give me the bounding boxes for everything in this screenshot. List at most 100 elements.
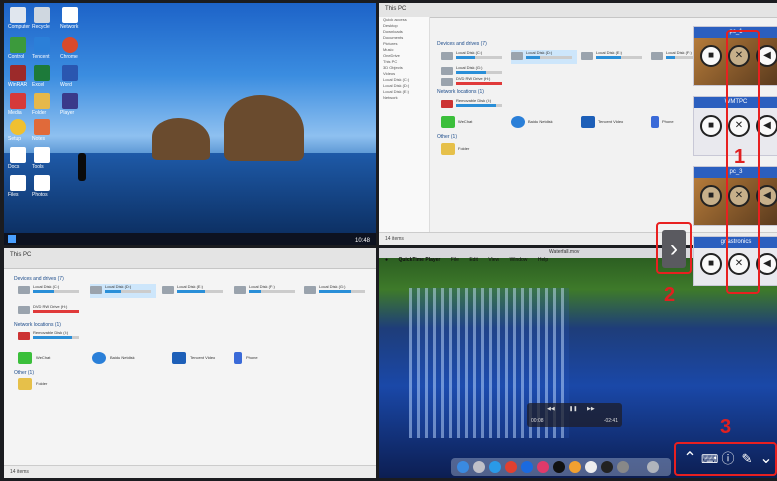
desktop-label: Docs [8,164,20,170]
trash-icon[interactable] [647,461,659,473]
drive-item[interactable]: Local Disk (E:) [581,50,647,64]
menu-item[interactable]: Window [510,257,528,263]
navigation-tree[interactable]: Quick access Desktop Downloads Documents… [379,17,430,233]
tencent-video-icon[interactable] [581,116,595,128]
photos-icon[interactable] [34,175,50,191]
netdisk-icon[interactable] [511,116,525,128]
forward-icon[interactable]: ▶▶ [587,406,595,412]
drive-item[interactable]: Local Disk (D:) [90,284,156,298]
phone-icon[interactable] [651,116,659,128]
notes-icon[interactable] [34,119,50,135]
finder-icon[interactable] [457,461,469,473]
chrome-icon[interactable] [505,461,517,473]
menu-item[interactable]: File [451,257,459,263]
stop-button[interactable]: ■ [700,253,722,275]
section-devices[interactable]: Devices and drives (7) [437,41,487,47]
callout-number-1: 1 [734,146,746,168]
music-icon[interactable] [537,461,549,473]
setup-icon[interactable] [10,119,26,135]
phone-icon[interactable] [234,352,242,364]
status-text: 14 items [385,236,404,242]
drive-item[interactable]: Local Disk (C:) [441,50,507,64]
desktop-label: Chrome [60,54,78,60]
tv-icon[interactable] [553,461,565,473]
section-network[interactable]: Network locations (1) [437,89,484,95]
tree-item[interactable]: Network [379,95,429,101]
rock-left [152,118,210,160]
app-label: Phone [246,355,258,360]
taskbar[interactable]: 10:48 [4,233,376,245]
sea [4,153,376,245]
drive-item[interactable]: Removable Disk (I:) [441,98,507,112]
status-text: 14 items [10,469,29,475]
stop-button[interactable]: ■ [700,45,722,67]
media-icon[interactable] [10,93,26,109]
drive-item[interactable]: DVD RW Drive (H:) [441,76,507,90]
ribbon[interactable]: This PC [379,3,777,18]
drive-item[interactable]: Removable Disk (I:) [18,330,84,344]
document-icon[interactable] [62,7,78,23]
video-controls[interactable]: ◀◀ ❚❚ ▶▶ 00:08 -02:41 [527,403,622,427]
stop-button[interactable]: ■ [700,185,722,207]
screen-top-left-desktop[interactable]: Computer Recycle Network Control Tencent… [4,3,376,245]
player-icon[interactable] [62,93,78,109]
folder-icon[interactable] [18,378,32,390]
drive-item[interactable]: Local Disk (G:) [304,284,370,298]
section-other[interactable]: Other (1) [14,370,34,376]
netdisk-icon[interactable] [92,352,106,364]
winrar-icon[interactable] [10,65,26,81]
computer-icon[interactable] [10,7,26,23]
section-other[interactable]: Other (1) [437,134,457,140]
tencent-video-icon[interactable] [172,352,186,364]
screen-bottom-left-explorer[interactable]: This PC Devices and drives (7) Local Dis… [4,248,376,478]
launchpad-icon[interactable] [473,461,485,473]
folder-icon[interactable] [441,143,455,155]
drive-item[interactable]: DVD RW Drive (H:) [18,304,84,318]
app-label: Tencent Video [190,355,216,360]
safari-icon[interactable] [489,461,501,473]
mac-dock[interactable] [451,458,671,476]
wechat-icon[interactable] [18,352,32,364]
control-icon[interactable] [10,37,26,53]
stop-button[interactable]: ■ [700,115,722,137]
ribbon[interactable]: This PC [4,248,376,269]
docs-icon[interactable] [10,147,26,163]
network-drive-icon [18,332,30,340]
hard-drive-icon [651,52,663,60]
tencent-icon[interactable] [34,37,50,53]
drive-item[interactable]: Local Disk (F:) [234,284,300,298]
callout-number-2: 2 [664,284,676,306]
menu-item[interactable]: Help [538,257,548,263]
photos-icon[interactable] [569,461,581,473]
menu-item[interactable]: QuickTime Player [398,257,440,263]
drive-item[interactable]: Local Disk (C:) [18,284,84,298]
play-icon[interactable]: ❚❚ [569,406,577,412]
terminal-icon[interactable] [601,461,613,473]
appstore-icon[interactable] [521,461,533,473]
person-silhouette [78,153,86,181]
rewind-icon[interactable]: ◀◀ [547,406,555,412]
apple-icon[interactable]: ● [385,257,388,263]
chrome-icon[interactable] [62,37,78,53]
folder-icon[interactable] [34,93,50,109]
excel-icon[interactable] [34,65,50,81]
files-icon[interactable] [10,175,26,191]
drive-item[interactable]: Local Disk (E:) [162,284,228,298]
menu-item[interactable]: View [488,257,499,263]
start-icon[interactable] [8,235,16,243]
drive-item[interactable]: Local Disk (D:) [511,50,577,64]
preview-icon[interactable] [585,461,597,473]
usage-bar [33,290,79,293]
desktop-label: Network [60,24,79,30]
recycle-icon[interactable] [34,7,50,23]
menu-item[interactable]: Edit [469,257,478,263]
dvd-drive-icon [441,78,453,86]
word-icon[interactable] [62,65,78,81]
wechat-icon[interactable] [441,116,455,128]
tools-icon[interactable] [34,147,50,163]
section-network[interactable]: Network locations (1) [14,322,61,328]
hard-drive-icon [304,286,316,294]
settings-icon[interactable] [617,461,629,473]
section-devices[interactable]: Devices and drives (7) [14,276,64,282]
usage-bar [456,104,502,107]
